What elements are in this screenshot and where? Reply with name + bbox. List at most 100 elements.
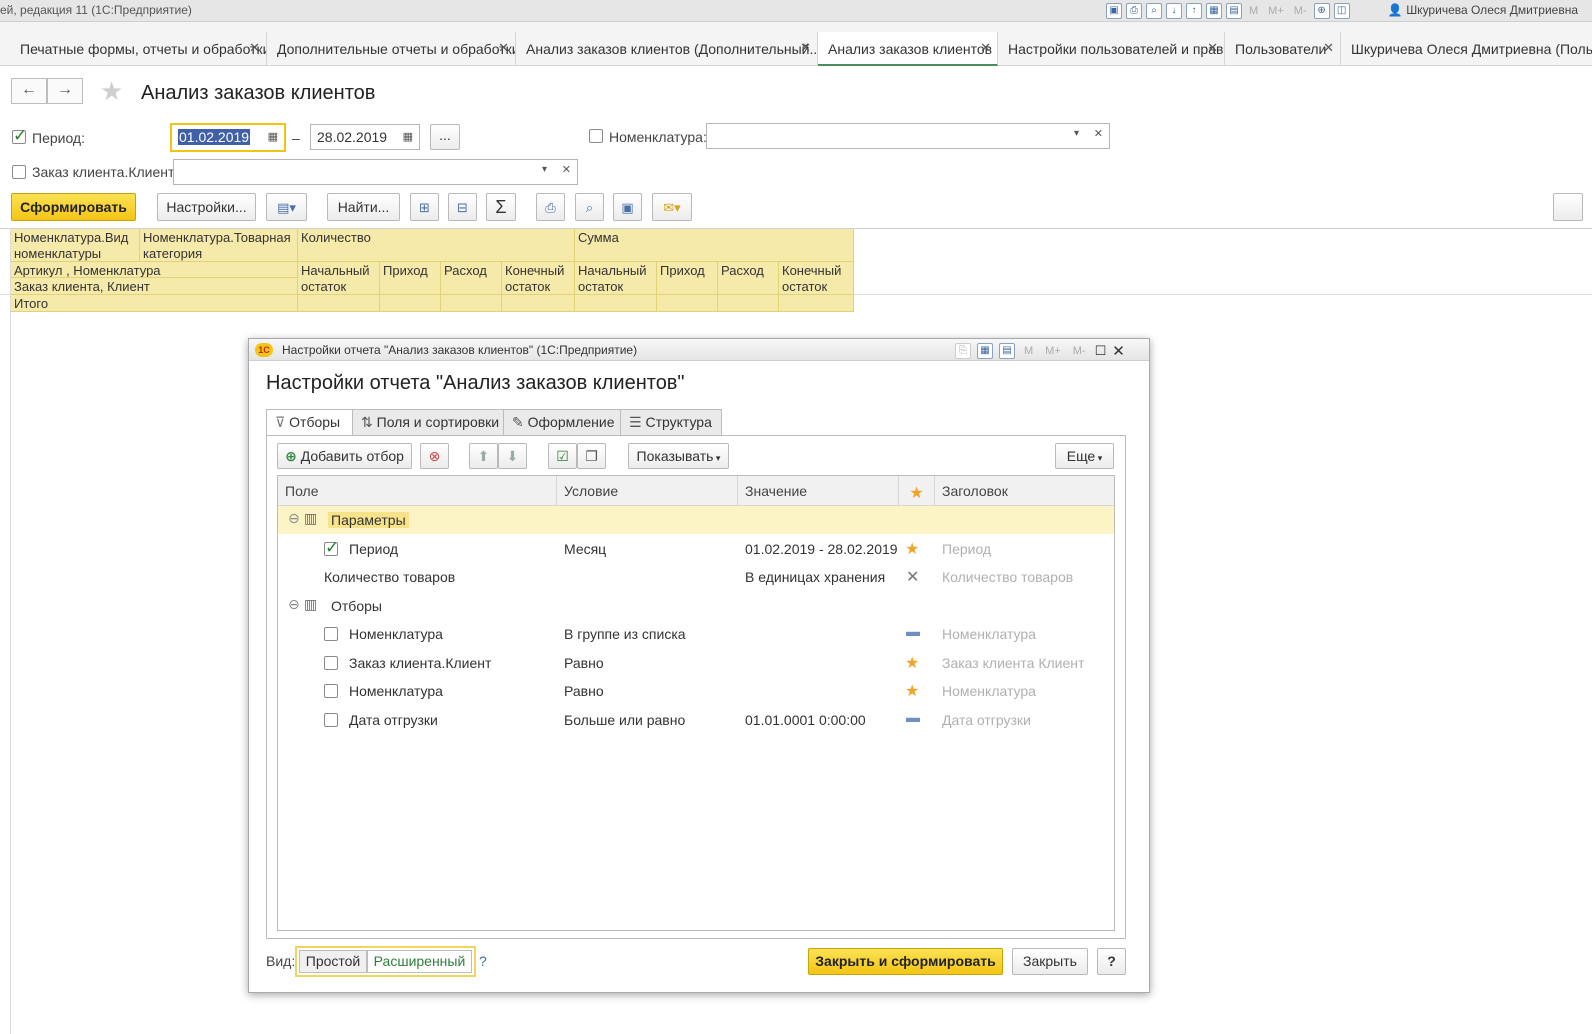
date-to-field[interactable]: 28.02.2019 ▦ [310,124,420,150]
check-all-button[interactable]: ☑ [548,443,577,469]
print-button[interactable]: ⎙ [536,193,565,221]
memory-m[interactable]: M [1249,5,1258,17]
dropdown-icon[interactable]: ▾ [1074,128,1079,139]
calc-icon[interactable]: ▦ [977,343,993,359]
close-icon[interactable]: ✕ [1323,40,1334,56]
move-up-button[interactable]: ⬆ [469,443,498,469]
more-button[interactable]: Еще ▾ [1055,443,1114,469]
more-actions-button[interactable] [1553,193,1583,221]
back-button[interactable]: ← [11,78,47,104]
row-checkbox[interactable] [324,713,338,727]
preview-button[interactable]: ⌕ [575,193,604,221]
table-row[interactable]: Номенклатура Равно ★ Номенклатура [278,677,1114,705]
close-icon[interactable]: ✕ [1207,40,1218,56]
star-icon[interactable]: ★ [905,539,919,559]
tab-order-analysis-additional[interactable]: Анализ заказов клиентов (Дополнительный.… [516,32,818,66]
collapse-groups-button[interactable]: ⊟ [448,193,477,221]
close-icon[interactable]: ✕ [249,40,260,56]
table-row-group[interactable]: ⊖ ▥ Отборы [278,592,1114,620]
star-icon[interactable]: ★ [905,681,919,701]
add-filter-button[interactable]: ⊕ Добавить отбор [277,443,412,469]
row-checkbox[interactable] [324,656,338,670]
preview-icon[interactable]: ⌕ [1146,3,1162,19]
download-icon[interactable]: ↓ [1166,3,1182,19]
tab-print-forms[interactable]: Печатные формы, отчеты и обработки ✕ [10,32,267,66]
current-user[interactable]: 👤 Шкуричева Олеся Дмитриевна [1388,3,1578,17]
close-icon[interactable]: ✕ [1112,342,1125,360]
table-row[interactable]: Количество товаров В единицах хранения ✕… [278,563,1114,591]
calendar-icon[interactable]: ▦ [403,130,413,143]
table-row[interactable]: Период Месяц 01.02.2019 - 28.02.2019 ★ П… [278,535,1114,563]
find-button[interactable]: Найти... [327,193,400,221]
upload-icon[interactable]: ↑ [1186,3,1202,19]
column-header-field[interactable]: Поле [278,476,557,506]
dash-icon[interactable]: ▬ [906,623,920,639]
tab-users[interactable]: Пользователи ✕ [1225,32,1341,66]
delete-filter-button[interactable]: ⊗ [420,443,449,469]
tab-user-card[interactable]: Шкуричева Олеся Дмитриевна (Поль [1341,32,1592,66]
send-button[interactable]: ✉▾ [652,193,692,221]
tab-filters[interactable]: ⊽ Отборы [266,409,353,436]
view-simple-button[interactable]: Простой [299,950,367,973]
move-down-button[interactable]: ⬇ [498,443,527,469]
memory-mminus[interactable]: M- [1294,5,1307,17]
clear-icon[interactable]: ✕ [1094,127,1103,140]
close-icon[interactable]: ✕ [498,40,509,56]
memory-mplus[interactable]: M+ [1045,345,1061,357]
save-button[interactable]: ▣ [613,193,642,221]
view-advanced-button[interactable]: Расширенный [367,950,472,973]
settings-button[interactable]: Настройки... [157,193,256,221]
calendar-icon[interactable]: ▦ [268,130,278,143]
column-header-value[interactable]: Значение [738,476,899,506]
client-field[interactable]: ▾ ✕ [173,159,578,185]
table-row-group[interactable]: ⊖ ▥ Параметры [278,506,1114,534]
forward-button[interactable]: → [47,78,83,104]
tab-additional-reports[interactable]: Дополнительные отчеты и обработки ✕ [267,32,516,66]
help-link[interactable]: ? [479,953,487,969]
calc-icon[interactable]: ▦ [1206,3,1222,19]
close-icon[interactable]: ✕ [980,40,991,56]
nomenclature-checkbox[interactable] [589,129,603,143]
table-row[interactable]: Номенклатура В группе из списка ▬ Номенк… [278,620,1114,648]
row-checkbox[interactable] [324,684,338,698]
cross-icon[interactable]: ✕ [906,567,919,587]
print-icon[interactable]: ⎙ [1126,3,1142,19]
tab-appearance[interactable]: ✎ Оформление [503,409,621,436]
help-button[interactable]: ? [1097,948,1126,975]
collapse-icon[interactable]: ⊖ [288,596,300,613]
collapse-icon[interactable]: ⊖ [288,510,300,527]
dash-icon[interactable]: ▬ [906,709,920,725]
clear-icon[interactable]: ✕ [562,163,571,176]
table-row[interactable]: Дата отгрузки Больше или равно 01.01.000… [278,706,1114,734]
close-button[interactable]: Закрыть [1012,948,1088,975]
calendar-icon[interactable]: ▤ [1226,3,1242,19]
uncheck-all-button[interactable]: ❐ [577,443,606,469]
maximize-icon[interactable]: ☐ [1095,343,1107,359]
memory-mminus[interactable]: M- [1073,345,1086,357]
period-checkbox[interactable] [12,126,27,146]
tab-structure[interactable]: ☰ Структура [620,409,722,436]
column-header-star[interactable]: ★ [899,476,935,506]
column-header-title[interactable]: Заголовок [935,476,1114,506]
panels-icon[interactable]: ◫ [1333,3,1350,19]
sum-button[interactable]: Σ [486,193,516,221]
star-icon[interactable]: ★ [905,653,919,673]
variant-button[interactable]: ▤▾ [266,193,307,221]
row-checkbox[interactable] [324,627,338,641]
nomenclature-field[interactable]: ▾ ✕ [706,123,1110,149]
tab-order-analysis[interactable]: Анализ заказов клиентов ✕ [818,32,998,66]
close-icon[interactable]: ✕ [800,40,811,56]
memory-m[interactable]: M [1024,345,1033,357]
generate-button[interactable]: Сформировать [11,193,136,221]
row-checkbox[interactable] [324,538,339,558]
show-dropdown-button[interactable]: Показывать ▾ [628,443,729,469]
period-select-button[interactable]: ... [430,124,460,150]
expand-groups-button[interactable]: ⊞ [410,193,439,221]
close-and-generate-button[interactable]: Закрыть и сформировать [808,948,1003,975]
tab-user-settings[interactable]: Настройки пользователей и прав ✕ [998,32,1225,66]
zoom-icon[interactable]: ⊕ [1313,3,1330,19]
date-from-field[interactable]: 01.02.2019 ▦ [170,123,286,152]
save-icon[interactable]: ▣ [1106,3,1122,19]
tab-fields-sorting[interactable]: ⇅ Поля и сортировки [352,409,504,436]
dropdown-icon[interactable]: ▾ [542,164,547,175]
